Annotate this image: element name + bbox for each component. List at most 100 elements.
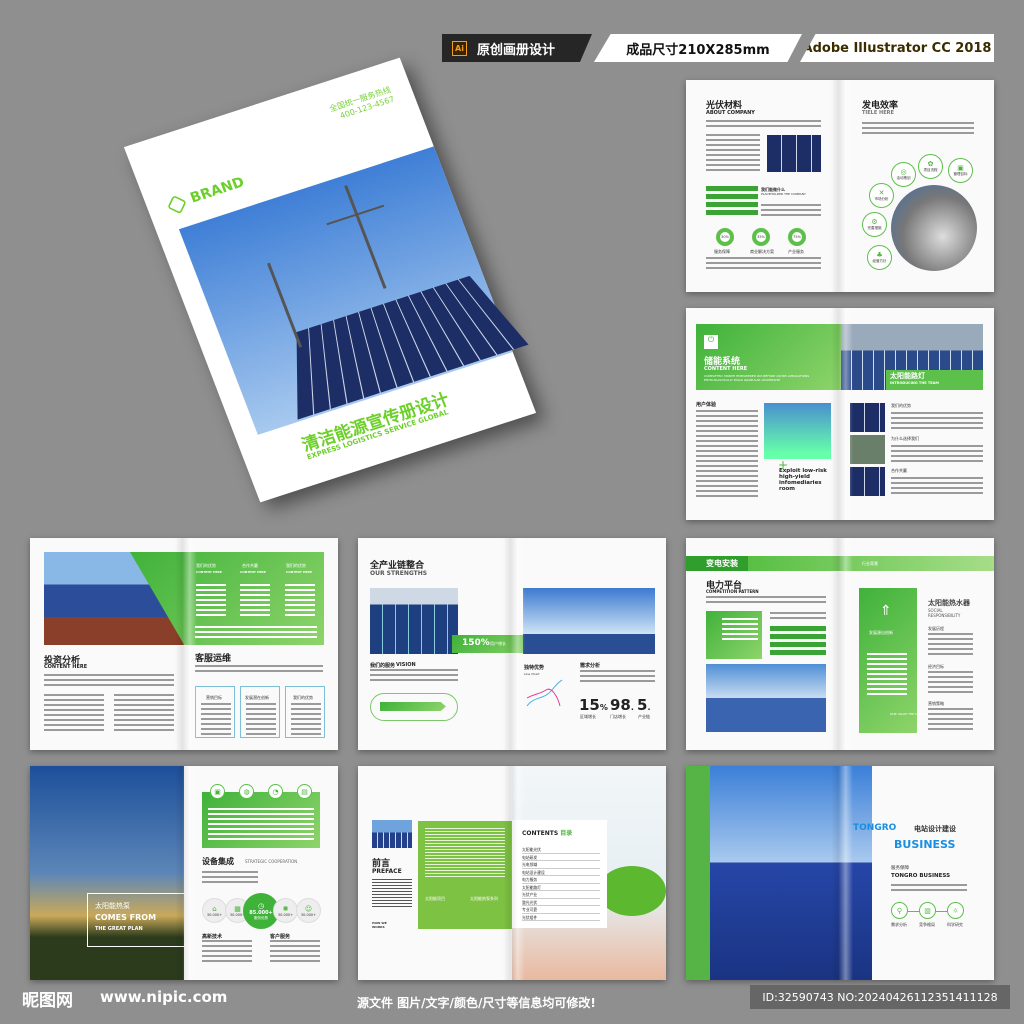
column-heading: 客户服务 [270, 934, 291, 940]
item-title: 我们的优势 [891, 403, 911, 408]
node-icon: ✿ 项目流程 [918, 154, 943, 179]
col-title: 合作共赢 [242, 563, 258, 568]
stat-value: 5. [637, 696, 651, 714]
stat-label: 产业链 [638, 714, 650, 719]
spread-business: TONGRO 电站设计建设 BUSINESS 服务保障 TONGRO BUSIN… [686, 766, 994, 980]
banner-sub: INTRODUCING THE TEAM [890, 381, 939, 385]
contents-title: CONTENTS [522, 830, 559, 837]
info-card: 发展潜在创新 [240, 686, 280, 738]
section-title: 营销策略 [928, 701, 944, 706]
toc-item: 太阳能光伏 [522, 846, 600, 854]
original-label: 原创画册设计 [477, 42, 556, 58]
ring-label: 商业解决方案 [750, 249, 774, 254]
editable-note: 源文件 图片/文字/颜色/尺寸等信息均可修改! [357, 996, 596, 1010]
line-chart [526, 679, 563, 707]
band-right: 行业背景 [862, 561, 878, 566]
chart-icon: ◔ [268, 784, 283, 799]
toc-item: 光伏产业 [522, 891, 600, 899]
green-item: 太阳能热泵系列 [470, 896, 498, 901]
col-sub: CONTENT HERE [240, 570, 266, 574]
analysis-icon: ⚲ [891, 902, 908, 919]
col-title: 我们的优势 [286, 563, 306, 568]
brand-name: BRAND [188, 174, 247, 207]
stat-label: 门店增长 [610, 714, 626, 719]
toc-item: 电站研发 [522, 854, 600, 861]
overlay-en: THE GREAT PLAN [95, 926, 143, 932]
size-tag: 成品尺寸210X285mm [594, 34, 802, 62]
section-heading: 用户体验 [696, 402, 717, 408]
research-icon: ☼ [947, 902, 964, 919]
band-title: 变电安装 [706, 559, 738, 568]
subheading: CONTENT HERE [44, 664, 88, 670]
right-heading: 需求分析 [580, 663, 601, 669]
chart-title: 独特优势 [524, 665, 545, 671]
spread-preface: 前言 PREFACE HOW WE WORKS 太阳能项目 太阳能热泵系列 CO… [358, 766, 666, 980]
boiler-photo [891, 185, 977, 271]
tower-photo [30, 766, 184, 980]
overlay-cn: 太阳能热泵 [95, 902, 130, 910]
col-sub: CONTENT HERE [196, 570, 222, 574]
banner-title: 太阳能路灯 [890, 372, 925, 380]
stat-label: 区域增长 [580, 714, 596, 719]
spread-equipment: 太阳能热泵 COMES FROM THE GREAT PLAN ▣ ◍ ◔ ▤ … [30, 766, 338, 980]
ring-chart: 75% [788, 228, 806, 246]
info-card: 我们的优势 [285, 686, 325, 738]
description: COMPLETELY MORPH EMPOWERED ROI BEFORE 24… [704, 374, 810, 382]
toc-item: 光伏组件 [522, 914, 600, 921]
solar-roof-photo [710, 766, 872, 980]
watermark-logo: 昵图网 [22, 991, 73, 1011]
foot-label: HOW WE WORKS [372, 921, 387, 929]
caption-sub: PLACEHOLDER THE COMPANY [761, 192, 806, 196]
ring-label: 服务保障 [714, 249, 730, 254]
plug-icon: ⏻ [704, 335, 718, 349]
subheading: COMPETITION PATTERN [706, 589, 759, 594]
ring-chart: 30% [716, 228, 734, 246]
toc-item: 光电领域 [522, 861, 600, 869]
ring-chart: 35% [752, 228, 770, 246]
toc-item: 太阳能路灯 [522, 884, 600, 891]
green-item: 太阳能项目 [425, 896, 445, 901]
section-title: 经济目标 [928, 664, 944, 669]
stat-circle: ☺ 30.000+ [296, 898, 321, 923]
stat-banner-label: 用户增长 [490, 641, 506, 646]
brand-logo-icon [167, 195, 187, 215]
col-title: 我们的优势 [196, 563, 216, 568]
lock-icon: ▣ [210, 784, 225, 799]
toc-item: 电站设计建设 [522, 869, 600, 876]
column-heading: 高新技术 [202, 934, 223, 940]
bar-chart-icon: ▥ [919, 902, 936, 919]
rocket-icon: ⇑ [880, 603, 892, 619]
node-icon: ♣ 经营方针 [867, 245, 892, 270]
vision-en: VISION [396, 662, 416, 668]
stat-value: 98. [610, 696, 634, 714]
right-heading: 太阳能热水器 [928, 599, 970, 607]
subheading: OUR STRENGTHS [370, 570, 428, 577]
stat-banner-value: 150% [462, 638, 490, 648]
item-title: 为什么选择我们 [891, 436, 919, 441]
icon-label: 需求分析 [891, 922, 907, 927]
stat-value: 15% [579, 696, 608, 714]
overlay-en: COMES FROM [95, 913, 157, 922]
toc-item: 整光光伏 [522, 899, 600, 906]
section-title: 发展历程 [928, 626, 944, 631]
brochure-cover: BRAND 全国统一服务热线 400-123-4567 清洁能源宣传册设计 EX… [123, 57, 537, 503]
heading-en: STRATEGIC COOPERATION [245, 859, 298, 864]
subheading: CONTENT HERE [704, 366, 748, 372]
card-label: 发展源自创新 [869, 630, 893, 635]
subheading: PREFACE [372, 868, 402, 875]
quote: Exploit low-risk high-yield infomediarie… [779, 468, 827, 492]
vision-label: 我们的服务 [370, 663, 396, 669]
software-tag: Adobe Illustrator CC 2018 [800, 34, 994, 62]
pink-series-line [526, 688, 561, 707]
info-card: 营销目标 [195, 686, 235, 738]
node-icon: ▣ 管理目标 [948, 158, 973, 183]
toc-item: 电力服务 [522, 876, 600, 884]
watermark-site: www.nipic.com [100, 988, 228, 1006]
heading: 设备集成 [202, 857, 234, 866]
spread-investment: 我们的优势 CONTENT HERE 合作共赢 CONTENT HERE 我们的… [30, 538, 338, 750]
right-sub: SOCIAL RESPONSIBILITY [928, 608, 961, 618]
card-foot: OUR VALUE THE COMPANY [890, 712, 930, 716]
icon-label: 竞争格局 [919, 922, 935, 927]
spread-energy-storage: ⏻ 储能系统 CONTENT HERE COMPLETELY MORPH EMP… [686, 308, 994, 520]
globe-icon: ◍ [239, 784, 254, 799]
